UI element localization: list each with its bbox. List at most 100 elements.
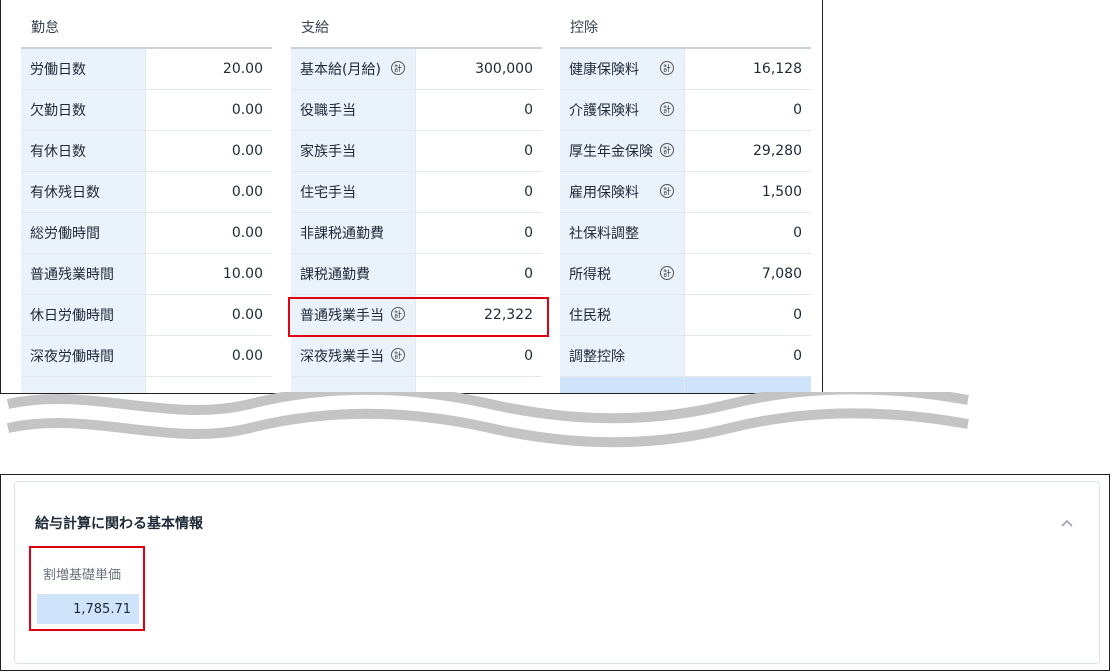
basic-info-card: 給与計算に関わる基本情報 割増基礎単価 1,785.71 <box>14 481 1100 664</box>
row-label: 欠勤日数 <box>21 90 146 130</box>
table-row: 厚生年金保険計 29,280 <box>560 131 811 172</box>
table-row: 総労働時間 0.00 <box>21 213 272 254</box>
row-label-text: 家族手当 <box>300 144 356 160</box>
row-value[interactable]: 0.00 <box>146 336 272 376</box>
row-value[interactable]: 0 <box>685 295 811 335</box>
table-row: 有休残日数 0.00 <box>21 172 272 213</box>
row-label: 介護保険料 計 <box>560 90 685 130</box>
calculator-icon[interactable]: 計 <box>391 61 405 75</box>
row-value[interactable]: 0 <box>416 172 542 212</box>
calculator-icon[interactable]: 計 <box>660 102 674 116</box>
table-row: 役職手当 0 <box>291 90 542 131</box>
table-row: 非課税通勤費 0 <box>291 213 542 254</box>
row-label: 調整控除 <box>560 336 685 376</box>
attendance-column: 勤怠 労働日数 20.00 欠勤日数 0.00 有休日数 0.00 有休残日数 0.00 総労働… <box>21 0 272 393</box>
row-label-text: 欠勤日数 <box>30 103 86 119</box>
row-value[interactable]: 0 <box>685 90 811 130</box>
row-value[interactable]: 0.00 <box>146 90 272 130</box>
row-value[interactable]: 0 <box>416 254 542 294</box>
row-label: 課税通勤費 <box>291 254 416 294</box>
row-value[interactable]: 29,280 <box>685 131 811 171</box>
row-value[interactable]: 0 <box>416 90 542 130</box>
row-label-text: 調整控除 <box>569 349 625 365</box>
payment-column: 支給 基本給(月給) 計 300,000 役職手当 0 家族手当 0 住宅手当 0 非課税通勤費 0… <box>291 0 542 393</box>
row-value[interactable]: 300,000 <box>416 49 542 89</box>
row-label-text: 雇用保険料 <box>569 185 639 201</box>
row-label-text: 健康保険料 <box>569 62 639 78</box>
basic-info-panel: 給与計算に関わる基本情報 割増基礎単価 1,785.71 <box>0 474 1110 671</box>
row-label: 役職手当 <box>291 90 416 130</box>
calculator-icon[interactable]: 計 <box>660 184 674 198</box>
row-label: 社保料調整 <box>560 213 685 253</box>
payroll-table-panel: 勤怠 労働日数 20.00 欠勤日数 0.00 有休日数 0.00 有休残日数 0.00 総労働… <box>0 0 823 394</box>
row-value[interactable]: 0.00 <box>146 172 272 212</box>
row-value[interactable]: 0 <box>416 213 542 253</box>
deduction-rows: 健康保険料計 16,128 介護保険料計 0 厚生年金保険計 29,280 雇用保険料計 1,… <box>560 49 811 393</box>
row-label: 雇用保険料 計 <box>560 172 685 212</box>
row-value[interactable]: 7,080 <box>685 254 811 294</box>
row-value[interactable]: 1,500 <box>685 172 811 212</box>
calculator-icon[interactable]: 計 <box>660 143 674 157</box>
row-label-text: 有休日数 <box>30 144 86 160</box>
table-row: 調整控除 0 <box>560 336 811 377</box>
basic-info-title: 給与計算に関わる基本情報 <box>35 516 203 532</box>
table-row: 休日労働時間 0.00 <box>21 295 272 336</box>
row-value[interactable]: 0.00 <box>146 213 272 253</box>
row-label-text: 普通残業手当 <box>300 308 384 324</box>
table-row: 深夜労働時間 0.00 <box>21 336 272 377</box>
row-value[interactable]: 0.00 <box>146 131 272 171</box>
row-label-text: 労働日数 <box>30 62 86 78</box>
table-row: 雇用保険料 計 1,500 <box>560 172 811 213</box>
row-value[interactable]: 0.00 <box>146 295 272 335</box>
row-label: 所得税 計 <box>560 254 685 294</box>
calculator-icon[interactable]: 計 <box>391 307 405 321</box>
row-label: 普通残業時間 <box>21 254 146 294</box>
row-label-text: 役職手当 <box>300 103 356 119</box>
table-row: 普通残業時間 10.00 <box>21 254 272 295</box>
deduction-header: 控除 <box>560 0 811 49</box>
row-label-text: 所得税 <box>569 267 611 283</box>
row-label: 非課税通勤費 <box>291 213 416 253</box>
row-label-text: 住民税 <box>569 308 611 324</box>
table-row: 健康保険料 計 16,128 <box>560 49 811 90</box>
row-value[interactable]: 0 <box>416 336 542 376</box>
deduction-column: 控除 健康保険料計 16,128 介護保険料計 0 厚生年金保険計 29,280 雇用保険料… <box>560 0 811 393</box>
row-label-text: 有休残日数 <box>30 185 100 201</box>
row-label-text: 深夜残業手当 <box>300 349 384 365</box>
row-value[interactable]: 16,128 <box>685 49 811 89</box>
table-row: 有休日数 0.00 <box>21 131 272 172</box>
row-value[interactable]: 0 <box>685 336 811 376</box>
calculator-icon[interactable]: 計 <box>391 348 405 362</box>
row-label-text: 厚生年金保険 <box>569 144 653 160</box>
row-value[interactable]: 20.00 <box>146 49 272 89</box>
chevron-up-icon[interactable] <box>1059 515 1075 531</box>
row-value[interactable]: 22,322 <box>416 295 542 335</box>
row-label-text: 深夜労働時間 <box>30 349 114 365</box>
row-value[interactable]: 0 <box>416 131 542 171</box>
row-label: 住宅手当 <box>291 172 416 212</box>
table-row: 課税通勤費 0 <box>291 254 542 295</box>
table-row: 家族手当 0 <box>291 131 542 172</box>
table-row: 労働日数 20.00 <box>21 49 272 90</box>
row-value[interactable]: 10.00 <box>146 254 272 294</box>
row-label: 有休日数 <box>21 131 146 171</box>
row-label: 深夜残業手当計 <box>291 336 416 376</box>
row-label-text: 総労働時間 <box>30 226 100 242</box>
row-label: 住民税 <box>560 295 685 335</box>
row-label-text: 非課税通勤費 <box>300 226 384 242</box>
row-label-text: 介護保険料 <box>569 103 639 119</box>
premium-base-rate-field: 割増基礎単価 1,785.71 <box>29 546 145 631</box>
row-value[interactable]: 0 <box>685 213 811 253</box>
row-label: 総労働時間 <box>21 213 146 253</box>
calculator-icon[interactable]: 計 <box>660 266 674 280</box>
table-row: 住宅手当 0 <box>291 172 542 213</box>
row-label: 厚生年金保険計 <box>560 131 685 171</box>
table-row: 基本給(月給) 計 300,000 <box>291 49 542 90</box>
row-label: 健康保険料 計 <box>560 49 685 89</box>
row-label-text: 社保料調整 <box>569 226 639 242</box>
calculator-icon[interactable]: 計 <box>660 61 674 75</box>
attendance-header: 勤怠 <box>21 0 272 49</box>
row-label: 基本給(月給) 計 <box>291 49 416 89</box>
row-label: 普通残業手当計 <box>291 295 416 335</box>
row-label-text: 休日労働時間 <box>30 308 114 324</box>
